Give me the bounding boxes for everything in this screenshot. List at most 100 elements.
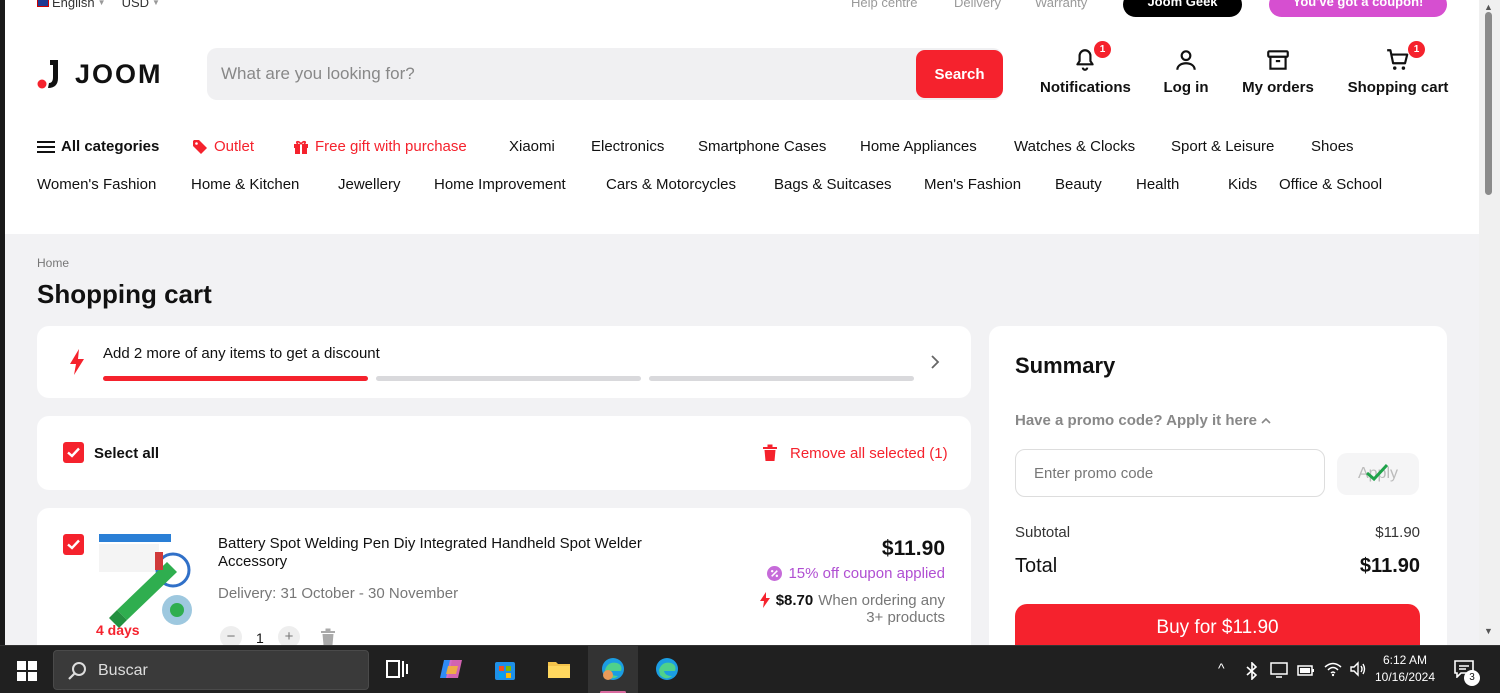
item-checkbox[interactable] (63, 534, 84, 555)
cart-label: Shopping cart (1347, 79, 1449, 96)
my-orders-button[interactable]: My orders (1241, 47, 1315, 96)
joom-geek-button[interactable]: Joom Geek (1123, 0, 1242, 17)
item-price: $11.90 (881, 537, 945, 560)
delivery-link[interactable]: Delivery (954, 0, 1001, 10)
discount-progress-step-1 (103, 376, 368, 381)
search-icon (68, 662, 86, 680)
tag-icon (193, 139, 207, 154)
category-shoes[interactable]: Shoes (1311, 138, 1354, 155)
trash-icon[interactable] (319, 628, 337, 645)
total-value: $11.90 (1359, 555, 1420, 577)
display-icon[interactable] (1270, 662, 1288, 678)
scrollbar-thumb[interactable] (1485, 12, 1492, 195)
quantity-increase-button[interactable]: + (278, 626, 300, 645)
joom-logo-icon (37, 58, 61, 90)
search-bar: Search (207, 48, 1003, 100)
page-scrollbar[interactable]: ▲ ▼ (1479, 0, 1500, 645)
clock-time: 6:12 AM (1382, 653, 1428, 667)
notifications-badge: 1 (1094, 41, 1111, 58)
task-view-icon[interactable] (384, 656, 410, 682)
currency-selector[interactable]: USD ▼ (122, 0, 160, 10)
help-centre-link[interactable]: Help centre (851, 0, 917, 10)
search-button[interactable]: Search (916, 50, 1003, 98)
notification-count-badge: 3 (1464, 670, 1480, 686)
product-title-link[interactable]: Battery Spot Welding Pen Diy Integrated … (218, 535, 668, 571)
scroll-up-arrow-icon[interactable]: ▲ (1484, 2, 1493, 12)
category-health[interactable]: Health (1136, 176, 1179, 193)
select-all-checkbox[interactable] (63, 442, 84, 463)
category-cars-motorcycles[interactable]: Cars & Motorcycles (606, 176, 736, 193)
category-electronics[interactable]: Electronics (591, 138, 664, 155)
category-smartphone-cases[interactable]: Smartphone Cases (698, 138, 826, 155)
language-selector[interactable]: English ▼ (37, 0, 106, 10)
coupon-button[interactable]: You've got a coupon! (1269, 0, 1447, 17)
taskbar-search[interactable]: Buscar (53, 650, 369, 690)
tray-chevron-up-icon[interactable]: ^ (1218, 660, 1225, 676)
shopping-cart-button[interactable]: 1 Shopping cart (1347, 41, 1449, 96)
file-explorer-icon[interactable] (546, 656, 572, 682)
category-bags-suitcases[interactable]: Bags & Suitcases (774, 176, 892, 193)
delivery-dates: Delivery: 31 October - 30 November (218, 585, 459, 602)
buy-button[interactable]: Buy for $11.90 (1015, 604, 1420, 645)
edge-icon[interactable] (654, 656, 680, 682)
category-womens-fashion[interactable]: Women's Fashion (37, 176, 156, 193)
copilot-icon[interactable] (438, 656, 464, 682)
total-label: Total (1015, 555, 1058, 577)
my-orders-label: My orders (1242, 79, 1314, 96)
topbar-locale: English ▼ USD ▼ (37, 0, 160, 10)
menu-icon (37, 140, 55, 153)
notification-center-button[interactable]: 3 (1454, 660, 1480, 686)
category-all[interactable]: All categories (37, 138, 159, 155)
percent-icon (767, 566, 783, 581)
volume-icon[interactable] (1349, 661, 1367, 677)
category-home-kitchen[interactable]: Home & Kitchen (191, 176, 299, 193)
promo-code-input[interactable] (1015, 449, 1325, 497)
breadcrumb-home[interactable]: Home (37, 256, 69, 270)
category-free-gift[interactable]: Free gift with purchase (293, 138, 467, 155)
checkmark-icon (1366, 463, 1389, 482)
login-button[interactable]: Log in (1160, 47, 1212, 96)
category-home-appliances[interactable]: Home Appliances (860, 138, 977, 155)
microsoft-store-icon[interactable] (492, 656, 518, 682)
scroll-down-arrow-icon[interactable]: ▼ (1484, 626, 1493, 636)
category-outlet[interactable]: Outlet (192, 138, 254, 155)
joom-logo[interactable]: JOOM (37, 58, 163, 90)
quantity-decrease-button[interactable]: − (220, 626, 242, 645)
category-watches-clocks[interactable]: Watches & Clocks (1014, 138, 1135, 155)
notifications-label: Notifications (1040, 79, 1131, 96)
remove-selected-button[interactable]: Remove all selected (1) (762, 444, 948, 462)
category-jewellery[interactable]: Jewellery (338, 176, 401, 193)
login-label: Log in (1163, 79, 1209, 96)
box-icon (1267, 50, 1289, 70)
search-input[interactable] (221, 48, 911, 100)
windows-start-icon[interactable] (17, 661, 37, 681)
windows-taskbar: Buscar ^ 6:12 AM 10/16/2024 3 (0, 645, 1500, 693)
battery-icon[interactable] (1297, 663, 1315, 677)
summary-title: Summary (1015, 353, 1116, 378)
site-header: English ▼ USD ▼ Help centre Delivery Warra… (5, 0, 1479, 234)
notifications-button[interactable]: 1 Notifications (1040, 41, 1131, 96)
bluetooth-icon[interactable] (1245, 662, 1259, 680)
lightning-icon (70, 349, 84, 375)
taskbar-clock[interactable]: 6:12 AM 10/16/2024 (1370, 652, 1440, 686)
category-office-school[interactable]: Office & School (1279, 176, 1382, 193)
chevron-down-icon: ▼ (152, 0, 160, 7)
checkmark-icon (67, 539, 80, 550)
category-mens-fashion[interactable]: Men's Fashion (924, 176, 1021, 193)
category-home-improvement[interactable]: Home Improvement (434, 176, 566, 193)
select-all-label: Select all (94, 445, 160, 462)
edge-profile-icon[interactable] (600, 656, 626, 682)
discount-banner[interactable] (37, 326, 971, 398)
category-sport-leisure[interactable]: Sport & Leisure (1171, 138, 1274, 155)
bulk-price-offer: $8.70 When ordering any (759, 591, 945, 609)
promo-code-toggle[interactable]: Have a promo code? Apply it here (1015, 412, 1271, 429)
category-beauty[interactable]: Beauty (1055, 176, 1102, 193)
page-title: Shopping cart (37, 279, 212, 309)
chevron-down-icon: ▼ (97, 0, 106, 7)
category-xiaomi[interactable]: Xiaomi (509, 138, 555, 155)
category-kids[interactable]: Kids (1228, 176, 1257, 193)
wifi-icon[interactable] (1324, 661, 1342, 677)
warranty-link[interactable]: Warranty (1035, 0, 1087, 10)
product-image[interactable] (97, 532, 197, 632)
logo-text: JOOM (75, 58, 163, 89)
